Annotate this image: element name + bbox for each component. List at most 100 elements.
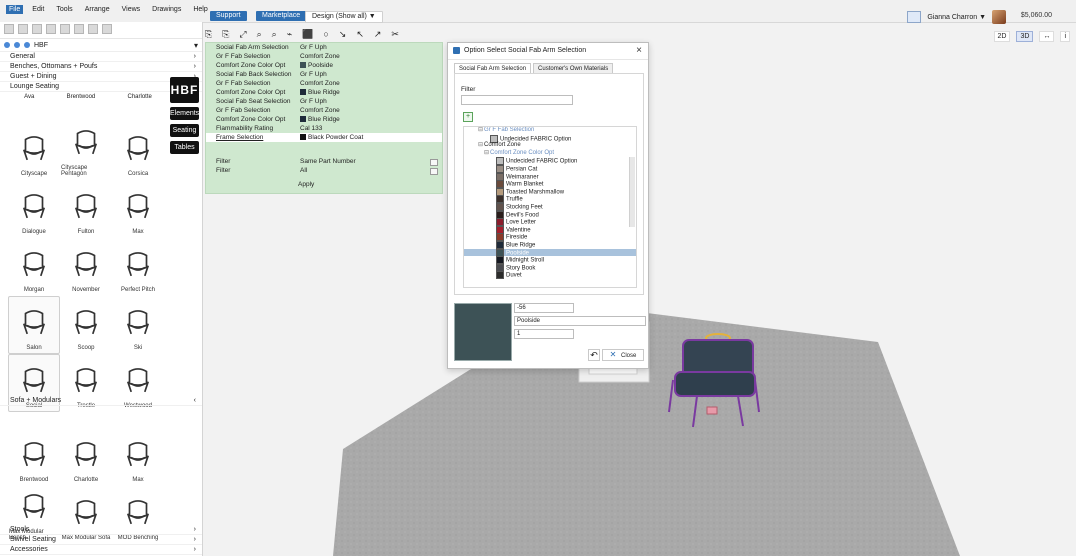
- category-swivel-seating[interactable]: Swivel Seating ›: [0, 535, 202, 545]
- property-row[interactable]: Social Fab Back Selection Gr F Uph: [206, 70, 442, 79]
- tree-item[interactable]: Undecided FABRIC Option: [464, 134, 636, 143]
- catalog-tile[interactable]: Corsica: [112, 122, 164, 180]
- apply-button[interactable]: Apply: [298, 181, 314, 188]
- tree-item[interactable]: ⊟Comfort Zone Color Opt: [464, 150, 636, 158]
- tab-tables[interactable]: Tables: [170, 141, 199, 154]
- tree-item[interactable]: Warm Blanket: [464, 180, 636, 189]
- toolbar-tool-icon[interactable]: ↖: [356, 29, 364, 40]
- property-value[interactable]: Gr F Uph: [300, 43, 327, 52]
- view-3d-button[interactable]: 3D: [1016, 31, 1034, 42]
- expand-all-icon[interactable]: +: [463, 112, 473, 122]
- property-value[interactable]: Cal 133: [300, 124, 322, 133]
- toolbar-icon[interactable]: [32, 24, 42, 34]
- property-row[interactable]: Social Fab Seat Selection Gr F Uph: [206, 97, 442, 106]
- catalog-tile[interactable]: Brentwood: [8, 428, 60, 486]
- property-row[interactable]: Frame Selection Black Powder Coat: [206, 133, 442, 142]
- info-icon[interactable]: i: [1060, 31, 1070, 42]
- marketplace-button[interactable]: Marketplace: [256, 11, 307, 21]
- toolbar-tool-icon[interactable]: ↘: [339, 29, 347, 40]
- tree-scrollbar[interactable]: [629, 157, 635, 227]
- filter-value[interactable]: Same Part Number: [300, 157, 356, 166]
- options-tree[interactable]: ⊟Gr F Fab Selection Undecided FABRIC Opti…: [463, 126, 637, 288]
- avatar[interactable]: [992, 10, 1006, 24]
- quantity-stepper[interactable]: 1: [514, 329, 574, 339]
- tree-item[interactable]: Toasted Marshmallow: [464, 187, 636, 196]
- tree-item[interactable]: Stocking Feet: [464, 202, 636, 211]
- catalog-tile[interactable]: November: [60, 238, 112, 296]
- resize-icon[interactable]: ↔: [1039, 31, 1055, 42]
- toolbar-tool-icon[interactable]: ○: [323, 29, 328, 39]
- toolbar-tool-icon[interactable]: ↗: [374, 29, 382, 40]
- catalog-tile[interactable]: Fulton: [60, 180, 112, 238]
- menu-help[interactable]: Help: [190, 5, 210, 14]
- catalog-tile[interactable]: Max: [112, 428, 164, 486]
- toolbar-tool-icon[interactable]: ⌕: [257, 29, 262, 40]
- catalog-tile[interactable]: Ski: [112, 296, 164, 354]
- toolbar-tool-icon[interactable]: ⤢: [239, 29, 246, 40]
- tree-item[interactable]: Poolside: [464, 248, 636, 257]
- property-row[interactable]: Gr F Fab Selection Comfort Zone: [206, 106, 442, 115]
- tree-item[interactable]: Fireside: [464, 233, 636, 242]
- property-row[interactable]: Gr F Fab Selection Comfort Zone: [206, 52, 442, 61]
- filter-value[interactable]: All: [300, 166, 307, 175]
- catalog-dropdown-icon[interactable]: ▾: [194, 41, 198, 50]
- tree-item[interactable]: Duvet: [464, 271, 636, 280]
- support-button[interactable]: Support: [210, 11, 247, 21]
- close-button[interactable]: ✕ Close: [602, 349, 644, 361]
- catalog-tile[interactable]: Scoop: [60, 296, 112, 354]
- tree-item[interactable]: ⊟Comfort Zone: [464, 142, 636, 150]
- toolbar-tool-icon[interactable]: ⎘: [205, 29, 212, 40]
- tree-item[interactable]: Persian Cat: [464, 164, 636, 173]
- close-icon[interactable]: ×: [636, 46, 642, 56]
- category-general[interactable]: General ›: [0, 52, 202, 62]
- catalog-tile[interactable]: Salon: [8, 296, 60, 354]
- tree-item[interactable]: Devil's Food: [464, 210, 636, 219]
- reset-icon[interactable]: ↶: [588, 349, 600, 361]
- dropdown-arrow-icon[interactable]: [430, 168, 438, 175]
- view-2d-button[interactable]: 2D: [993, 31, 1011, 42]
- design-dropdown[interactable]: Design (Show all) ▼: [305, 11, 383, 23]
- catalog-tile[interactable]: Morgan: [8, 238, 60, 296]
- menu-tools[interactable]: Tools: [53, 5, 75, 14]
- toolbar-icon[interactable]: [4, 24, 14, 34]
- tree-item[interactable]: Midnight Stroll: [464, 256, 636, 265]
- property-row[interactable]: Social Fab Arm Selection Gr F Uph: [206, 43, 442, 52]
- menu-file[interactable]: File: [6, 5, 24, 14]
- catalog-tile[interactable]: Perfect Pitch: [112, 238, 164, 296]
- property-row[interactable]: Comfort Zone Color Opt Blue Ridge: [206, 115, 442, 124]
- toolbar-icon[interactable]: [88, 24, 98, 34]
- property-value[interactable]: Gr F Uph: [300, 70, 327, 79]
- catalog-tile[interactable]: Dialogue: [8, 180, 60, 238]
- catalog-tile[interactable]: Cityscape Pentagon: [60, 122, 112, 180]
- menu-arrange[interactable]: Arrange: [82, 5, 113, 14]
- user-name[interactable]: Gianna Charron ▼: [927, 14, 986, 21]
- tree-item[interactable]: Story Book: [464, 263, 636, 272]
- property-value[interactable]: Poolside: [300, 61, 333, 70]
- tree-item[interactable]: Blue Ridge: [464, 240, 636, 249]
- property-value[interactable]: Blue Ridge: [300, 88, 340, 97]
- toolbar-icon[interactable]: [102, 24, 112, 34]
- menu-drawings[interactable]: Drawings: [149, 5, 184, 14]
- toolbar-tool-icon[interactable]: ⬛: [302, 29, 313, 40]
- property-value[interactable]: Blue Ridge: [300, 115, 340, 124]
- menu-edit[interactable]: Edit: [29, 5, 47, 14]
- toolbar-icon[interactable]: [18, 24, 28, 34]
- toolbar-icon[interactable]: [74, 24, 84, 34]
- dropdown-arrow-icon[interactable]: [430, 159, 438, 166]
- tree-item[interactable]: Truffle: [464, 195, 636, 204]
- property-value[interactable]: Comfort Zone: [300, 79, 340, 88]
- category-sofa-modulars[interactable]: Sofa + Modulars ‹: [0, 396, 202, 406]
- tree-item[interactable]: Love Letter: [464, 218, 636, 227]
- property-value[interactable]: Comfort Zone: [300, 106, 340, 115]
- property-row[interactable]: Comfort Zone Color Opt Poolside: [206, 61, 442, 70]
- tree-item[interactable]: Valentine: [464, 225, 636, 234]
- toolbar-tool-icon[interactable]: ✂: [391, 29, 399, 40]
- tab-elements[interactable]: Elements: [170, 107, 199, 120]
- filter-row[interactable]: Filter All: [206, 166, 442, 175]
- toolbar-icon[interactable]: [46, 24, 56, 34]
- property-row[interactable]: Gr F Fab Selection Comfort Zone: [206, 79, 442, 88]
- category-stools[interactable]: Stools ›: [0, 525, 202, 535]
- catalog-selector[interactable]: HBF ▾: [0, 39, 202, 52]
- property-value[interactable]: Gr F Uph: [300, 97, 327, 106]
- property-value[interactable]: Black Powder Coat: [300, 133, 363, 142]
